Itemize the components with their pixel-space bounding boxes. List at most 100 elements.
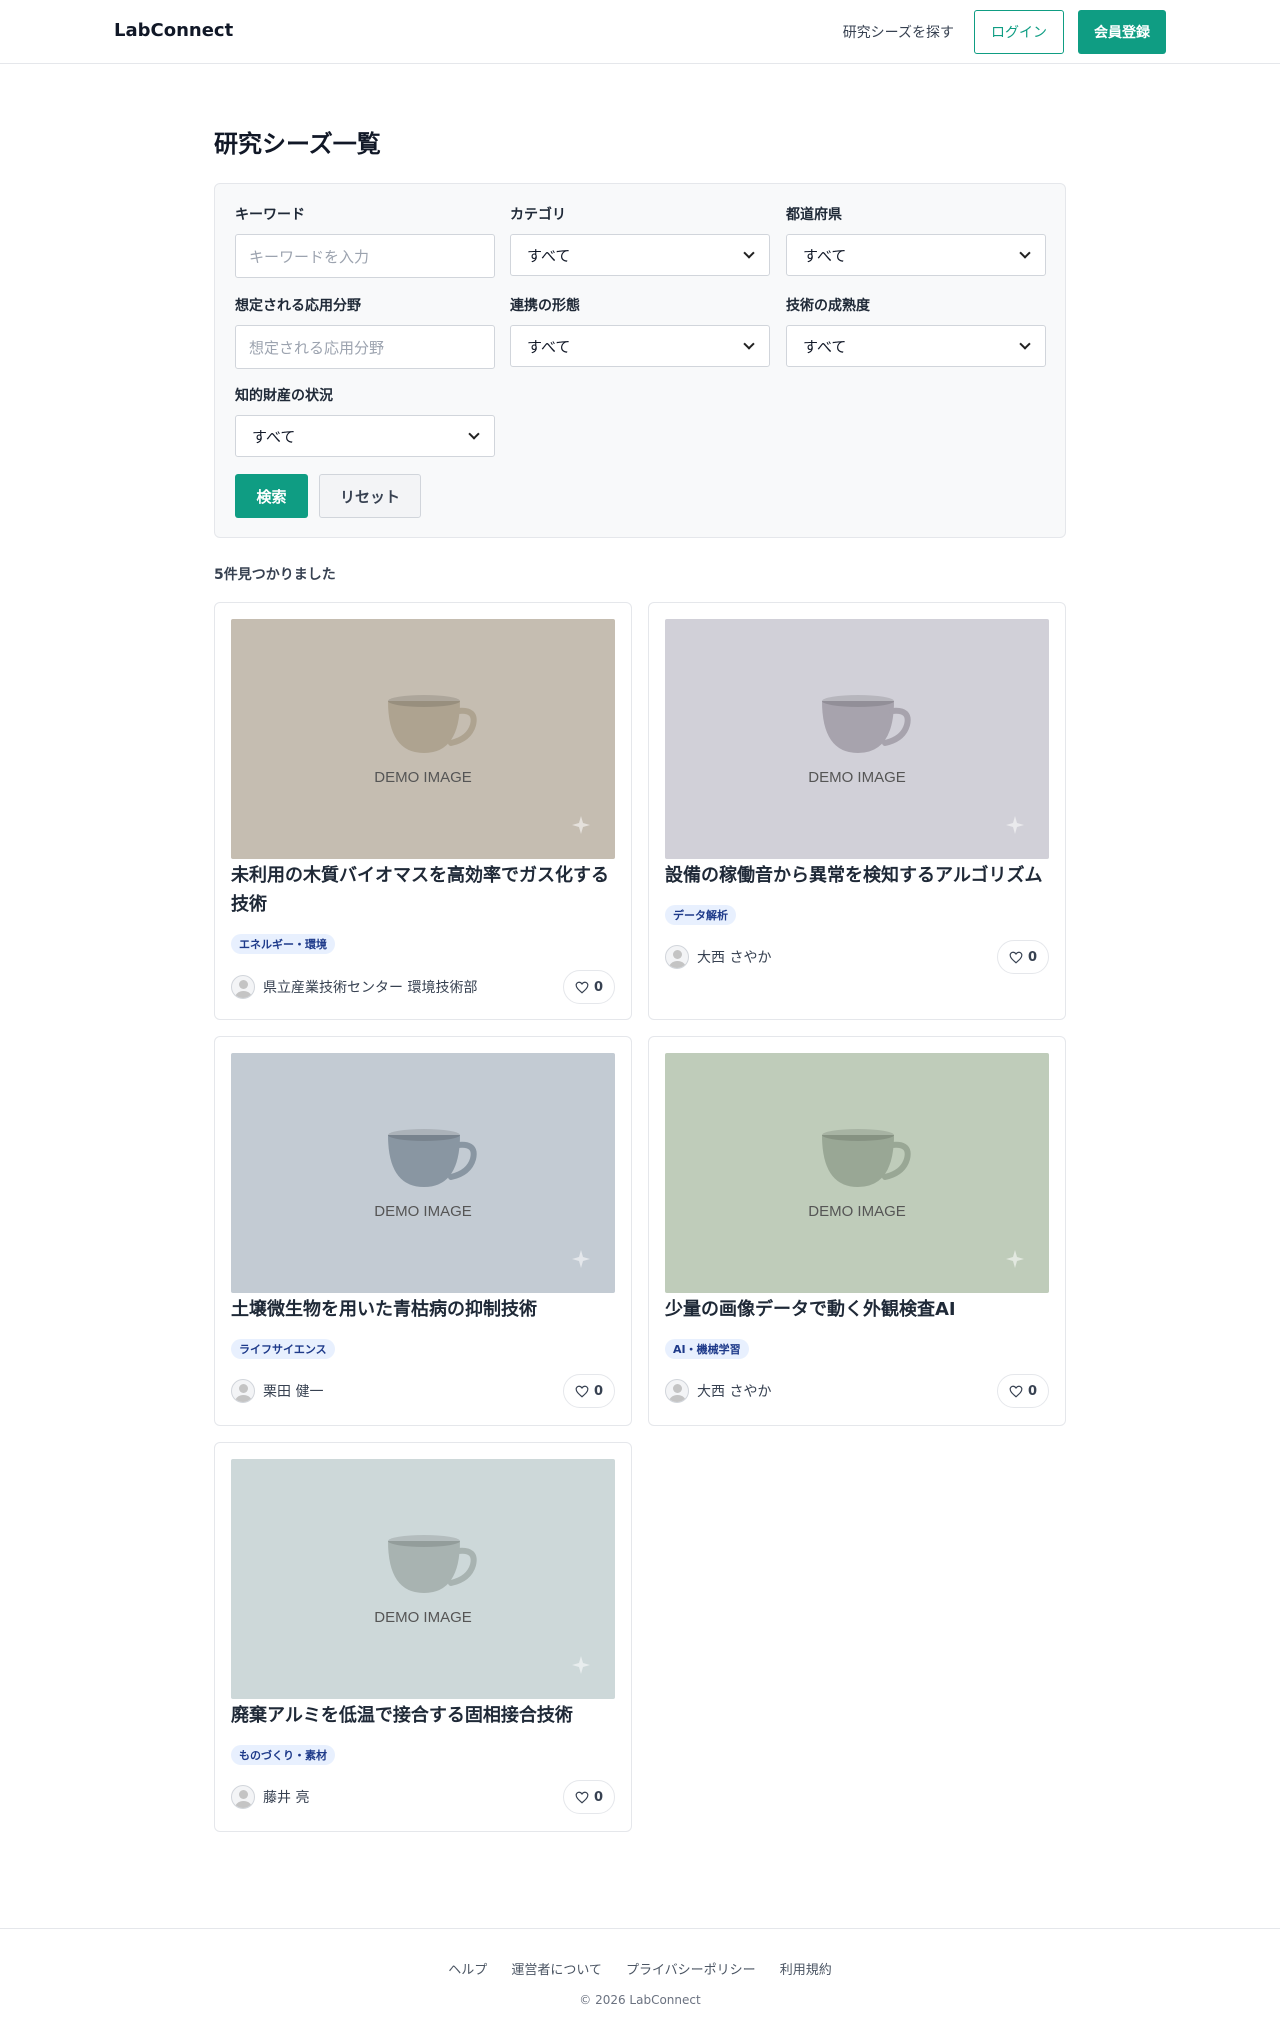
author-name: 大西 さやか: [697, 950, 772, 966]
seed-card[interactable]: DEMO IMAGE 廃棄アルミを低温で接合する固相接合技術 ものづくり・素材 …: [214, 1442, 632, 1832]
demo-image-placeholder: DEMO IMAGE: [231, 1459, 615, 1699]
card-title[interactable]: 土壌微生物を用いた青枯病の抑制技術: [231, 1295, 621, 1324]
chevron-down-icon: [468, 428, 480, 440]
like-button[interactable]: 0: [563, 1374, 615, 1408]
application-label: 想定される応用分野: [235, 298, 361, 314]
demo-image-placeholder: DEMO IMAGE: [665, 619, 1049, 859]
footer-link-help[interactable]: ヘルプ: [448, 1959, 487, 1978]
avatar-icon: [231, 975, 255, 999]
ip-status-label: 知的財産の状況: [235, 388, 333, 404]
card-image: DEMO IMAGE: [665, 1053, 1049, 1293]
footer-link-about[interactable]: 運営者について: [511, 1959, 602, 1978]
card-image: DEMO IMAGE: [231, 1053, 615, 1293]
collaboration-field: 連携の形態 すべて: [510, 295, 770, 367]
site-footer: ヘルプ 運営者について プライバシーポリシー 利用規約 © 2026 LabCo…: [0, 1928, 1280, 2024]
search-filter-panel: キーワード キーワードを入力 カテゴリ すべて 都道府県 すべて 想定される応用…: [214, 183, 1066, 538]
chevron-down-icon: [743, 338, 755, 350]
nav-link-find-seeds[interactable]: 研究シーズを探す: [843, 22, 954, 42]
prefecture-select[interactable]: すべて: [786, 234, 1046, 276]
site-logo[interactable]: LabConnect: [114, 20, 233, 41]
author-name: 栗田 健一: [263, 1384, 324, 1400]
maturity-field: 技術の成熟度 すべて: [786, 295, 1046, 367]
card-author: 大西 さやか: [665, 1379, 771, 1403]
seed-card[interactable]: DEMO IMAGE 設備の稼働音から異常を検知するアルゴリズム データ解析 大…: [648, 602, 1066, 1020]
like-count: 0: [593, 1789, 604, 1805]
author-name: 藤井 亮: [263, 1790, 310, 1806]
card-author: 県立産業技術センター 環境技術部: [231, 975, 477, 999]
category-tag: ライフサイエンス: [231, 1339, 335, 1359]
category-tag: データ解析: [665, 905, 736, 925]
maturity-select-value: すべて: [803, 337, 847, 356]
seed-card[interactable]: DEMO IMAGE 未利用の木質バイオマスを高効率でガス化する技術 エネルギー…: [214, 602, 632, 1020]
card-image: DEMO IMAGE: [665, 619, 1049, 859]
maturity-label: 技術の成熟度: [786, 298, 870, 314]
demo-image-label: DEMO IMAGE: [808, 1203, 906, 1220]
demo-image-placeholder: DEMO IMAGE: [231, 619, 615, 859]
collaboration-label: 連携の形態: [510, 298, 580, 314]
collaboration-select-value: すべて: [527, 337, 571, 356]
card-title[interactable]: 少量の画像データで動く外観検査AI: [665, 1295, 1055, 1324]
collaboration-select[interactable]: すべて: [510, 325, 770, 367]
card-title[interactable]: 未利用の木質バイオマスを高効率でガス化する技術: [231, 861, 621, 919]
result-count: 5件見つかりました: [214, 567, 336, 583]
reset-button[interactable]: リセット: [319, 474, 421, 518]
avatar-icon: [231, 1785, 255, 1809]
copyright: © 2026 LabConnect: [579, 1993, 701, 2007]
maturity-select[interactable]: すべて: [786, 325, 1046, 367]
chevron-down-icon: [1019, 247, 1031, 259]
card-image: DEMO IMAGE: [231, 1459, 615, 1699]
demo-image-label: DEMO IMAGE: [374, 769, 472, 786]
like-button[interactable]: 0: [563, 1780, 615, 1814]
register-button[interactable]: 会員登録: [1078, 10, 1166, 54]
demo-image-placeholder: DEMO IMAGE: [665, 1053, 1049, 1293]
heart-icon: [1009, 951, 1023, 964]
heart-icon: [575, 1791, 589, 1804]
like-button[interactable]: 0: [997, 940, 1049, 974]
author-name: 県立産業技術センター 環境技術部: [263, 980, 478, 996]
footer-link-privacy[interactable]: プライバシーポリシー: [626, 1959, 756, 1978]
prefecture-label: 都道府県: [786, 207, 842, 223]
category-tag: AI・機械学習: [665, 1339, 749, 1359]
seed-card[interactable]: DEMO IMAGE 少量の画像データで動く外観検査AI AI・機械学習 大西 …: [648, 1036, 1066, 1426]
card-title[interactable]: 設備の稼働音から異常を検知するアルゴリズム: [665, 861, 1055, 890]
category-select[interactable]: すべて: [510, 234, 770, 276]
category-select-value: すべて: [527, 246, 571, 265]
avatar-icon: [665, 945, 689, 969]
footer-link-terms[interactable]: 利用規約: [780, 1959, 832, 1978]
category-tag: エネルギー・環境: [231, 934, 335, 954]
site-header: LabConnect 研究シーズを探す ログイン 会員登録: [0, 0, 1280, 64]
keyword-input[interactable]: キーワードを入力: [235, 234, 495, 278]
like-count: 0: [593, 979, 604, 995]
card-title[interactable]: 廃棄アルミを低温で接合する固相接合技術: [231, 1701, 621, 1730]
heart-icon: [575, 981, 589, 994]
demo-image-label: DEMO IMAGE: [374, 1203, 472, 1220]
page-title: 研究シーズ一覧: [214, 130, 381, 158]
header-nav: 研究シーズを探す ログイン 会員登録: [843, 10, 1166, 54]
footer-links: ヘルプ 運営者について プライバシーポリシー 利用規約: [0, 1959, 1280, 1978]
login-button[interactable]: ログイン: [974, 10, 1064, 54]
like-count: 0: [1027, 1383, 1038, 1399]
ip-status-select[interactable]: すべて: [235, 415, 495, 457]
prefecture-select-value: すべて: [803, 246, 847, 265]
demo-image-label: DEMO IMAGE: [374, 1609, 472, 1626]
application-field: 想定される応用分野 想定される応用分野: [235, 295, 495, 369]
like-count: 0: [1027, 949, 1038, 965]
keyword-label: キーワード: [235, 207, 305, 223]
author-name: 大西 さやか: [697, 1384, 772, 1400]
demo-image-label: DEMO IMAGE: [808, 769, 906, 786]
ip-status-select-value: すべて: [252, 427, 296, 446]
heart-icon: [575, 1385, 589, 1398]
heart-icon: [1009, 1385, 1023, 1398]
like-count: 0: [593, 1383, 604, 1399]
chevron-down-icon: [743, 247, 755, 259]
card-author: 栗田 健一: [231, 1379, 323, 1403]
search-button[interactable]: 検索: [235, 474, 308, 518]
seed-card[interactable]: DEMO IMAGE 土壌微生物を用いた青枯病の抑制技術 ライフサイエンス 栗田…: [214, 1036, 632, 1426]
like-button[interactable]: 0: [997, 1374, 1049, 1408]
application-input[interactable]: 想定される応用分野: [235, 325, 495, 369]
card-image: DEMO IMAGE: [231, 619, 615, 859]
chevron-down-icon: [1019, 338, 1031, 350]
category-label: カテゴリ: [510, 207, 566, 223]
like-button[interactable]: 0: [563, 970, 615, 1004]
card-author: 大西 さやか: [665, 945, 771, 969]
